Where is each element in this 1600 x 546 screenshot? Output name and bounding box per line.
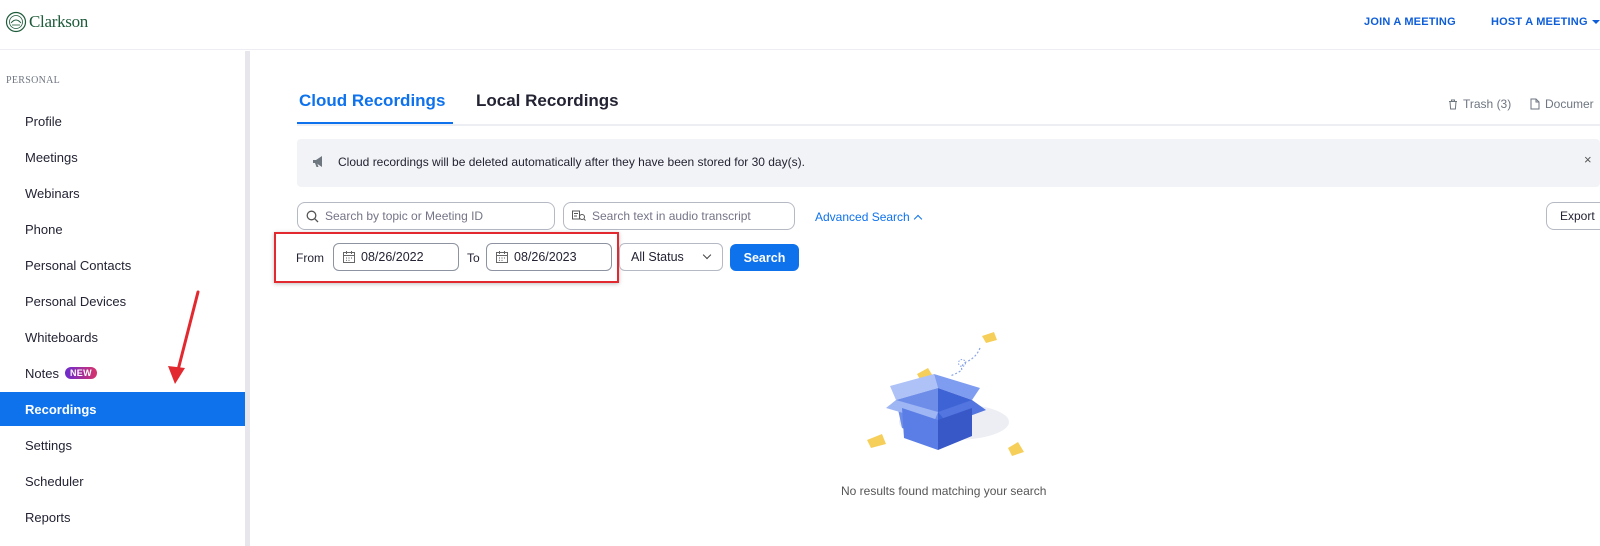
status-value: All Status (631, 250, 684, 264)
trash-label: Trash (3) (1463, 97, 1512, 111)
sidebar-item-reports[interactable]: Reports (0, 500, 245, 534)
advanced-search-label: Advanced Search (815, 210, 910, 224)
close-icon[interactable]: × (1584, 152, 1592, 167)
sidebar-item-label: Webinars (25, 185, 80, 201)
from-date-value: 08/26/2022 (361, 250, 424, 264)
sidebar-item-phone[interactable]: Phone (0, 212, 245, 246)
sidebar-item-webinars[interactable]: Webinars (0, 176, 245, 210)
new-badge: NEW (64, 367, 97, 379)
search-audio-placeholder: Search text in audio transcript (592, 209, 751, 223)
sidebar-item-label: Settings (25, 437, 72, 453)
to-date-value: 08/26/2023 (514, 250, 577, 264)
document-icon (1530, 98, 1540, 110)
clarkson-logo[interactable]: Clarkson (5, 11, 88, 33)
to-label: To (467, 251, 480, 265)
search-audio-input[interactable]: Search text in audio transcript (563, 202, 795, 230)
sidebar-item-label: Phone (25, 221, 63, 237)
sidebar-item-label: Profile (25, 113, 62, 129)
search-icon (306, 210, 319, 222)
logo-text: Clarkson (29, 12, 88, 31)
advanced-search-toggle[interactable]: Advanced Search (815, 210, 922, 224)
sidebar-item-scheduler[interactable]: Scheduler (0, 464, 245, 498)
retention-notice: Cloud recordings will be deleted automat… (297, 139, 1600, 187)
sidebar-section-label: PERSONAL (6, 75, 61, 86)
trash-icon (1449, 99, 1457, 109)
calendar-icon (343, 251, 355, 263)
search-topic-input[interactable]: Search by topic or Meeting ID (297, 202, 555, 230)
sidebar-item-label: Recordings (25, 401, 97, 417)
from-date-input[interactable]: 08/26/2022 (333, 243, 459, 271)
chevron-up-icon (913, 214, 922, 223)
top-header: Clarkson JOIN A MEETING HOST A MEETING (0, 0, 1600, 50)
empty-box-illustration-icon (867, 332, 1024, 456)
host-meeting-menu[interactable]: HOST A MEETING (1491, 16, 1600, 28)
caret-down-icon (1591, 20, 1600, 25)
sidebar-item-profile[interactable]: Profile (0, 104, 245, 138)
export-button[interactable]: Export (1546, 202, 1600, 230)
red-arrow-annotation-icon (168, 290, 200, 384)
calendar-icon (496, 251, 508, 263)
trash-link[interactable]: Trash (3) (1448, 97, 1511, 111)
sidebar-item-recordings[interactable]: Recordings (0, 392, 245, 426)
search-button[interactable]: Search (730, 244, 799, 271)
to-date-input[interactable]: 08/26/2023 (486, 243, 612, 271)
sidebar-item-settings[interactable]: Settings (0, 428, 245, 462)
active-tab-underline (297, 122, 453, 124)
host-meeting-label: HOST A MEETING (1491, 16, 1588, 28)
sidebar-scrollbar[interactable] (245, 51, 250, 546)
sidebar-item-label: Whiteboards (25, 329, 98, 345)
recordings-tabs: Cloud Recordings Local Recordings Trash … (297, 78, 1600, 126)
documents-label: Documer (1545, 97, 1594, 111)
tab-local-recordings[interactable]: Local Recordings (476, 91, 619, 111)
notice-text: Cloud recordings will be deleted automat… (338, 155, 805, 169)
documents-link[interactable]: Documer (1530, 97, 1594, 111)
chevron-down-icon (702, 250, 712, 260)
search-topic-placeholder: Search by topic or Meeting ID (325, 209, 484, 223)
sidebar-item-label: Personal Devices (25, 293, 127, 309)
status-dropdown[interactable]: All Status (619, 243, 723, 271)
clarkson-seal-icon (5, 11, 27, 33)
from-label: From (296, 251, 324, 265)
sidebar-item-personal-contacts[interactable]: Personal Contacts (0, 248, 245, 282)
empty-state-message: No results found matching your search (841, 484, 1047, 498)
transcript-search-icon (572, 210, 586, 221)
sidebar-item-label: Reports (25, 509, 71, 525)
megaphone-icon (313, 156, 322, 167)
sidebar-item-label: Notes (25, 365, 59, 381)
sidebar-item-label: Meetings (25, 149, 78, 165)
sidebar: PERSONAL Profile Meetings Webinars Phone… (0, 51, 250, 546)
sidebar-item-label: Scheduler (25, 473, 84, 489)
sidebar-item-label: Personal Contacts (25, 257, 132, 273)
tab-cloud-recordings[interactable]: Cloud Recordings (299, 91, 445, 111)
sidebar-item-meetings[interactable]: Meetings (0, 140, 245, 174)
join-meeting-link[interactable]: JOIN A MEETING (1364, 16, 1456, 28)
